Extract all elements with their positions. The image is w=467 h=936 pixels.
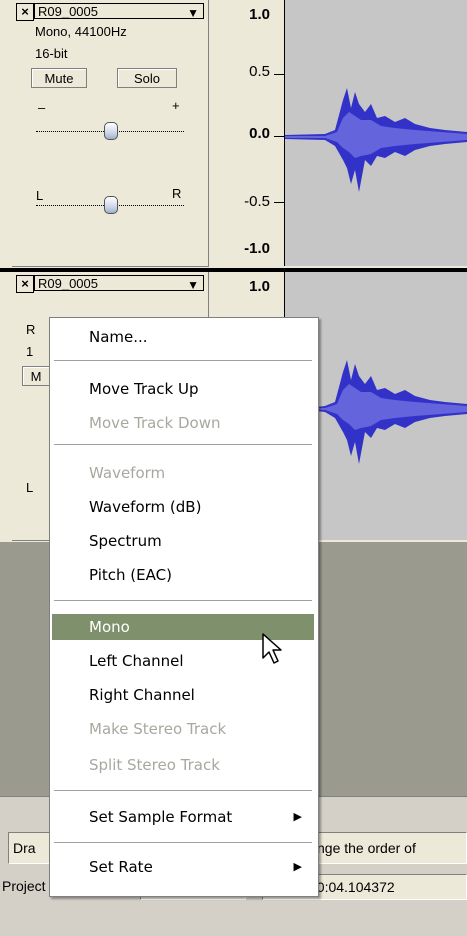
mute-button[interactable]: M — [22, 366, 50, 386]
mouse-pointer-icon — [262, 633, 282, 664]
gain-slider-thumb[interactable] — [104, 122, 118, 140]
menu-item-label: Set Sample Format — [89, 808, 233, 826]
gain-minus-label: – — [38, 100, 46, 115]
ruler-label: -1.0 — [244, 240, 270, 257]
track-1: × R09_0005 ▼ Mono, 44100Hz 16-bit Mute S… — [0, 0, 467, 268]
pan-left-label: L — [26, 480, 34, 495]
track-2-name: R09_0005 — [38, 276, 98, 291]
menu-item-set-rate[interactable]: Set Rate ▶ — [52, 854, 314, 880]
ruler-tick — [274, 74, 284, 75]
ruler-label: 1.0 — [249, 6, 270, 23]
menu-item-spectrum[interactable]: Spectrum — [52, 528, 314, 554]
mute-button[interactable]: Mute — [31, 68, 87, 88]
menu-item-waveform: Waveform — [89, 464, 166, 482]
ruler-label: -0.5 — [244, 193, 270, 210]
track-context-menu: Name... Move Track Up Move Track Down Wa… — [49, 317, 319, 897]
solo-button[interactable]: Solo — [117, 68, 177, 88]
submenu-arrow-icon: ▶ — [293, 860, 302, 873]
close-icon[interactable]: × — [16, 275, 34, 293]
track-1-name-menu-button[interactable]: R09_0005 ▼ — [34, 3, 204, 20]
menu-item-set-sample-format[interactable]: Set Sample Format ▶ — [52, 804, 314, 830]
track-1-header: × R09_0005 ▼ — [14, 2, 206, 22]
track-1-vertical-ruler: 1.0 0.5 0.0 -0.5 -1.0 — [210, 0, 285, 266]
track-2-name-menu-button[interactable]: R09_0005 ▼ — [34, 275, 204, 292]
pan-slider-thumb[interactable] — [104, 196, 118, 214]
menu-item-waveform-db[interactable]: Waveform (dB) — [52, 494, 314, 520]
track-1-format: Mono, 44100Hz — [35, 24, 127, 39]
menu-item-label: Set Rate — [89, 858, 153, 876]
submenu-arrow-icon: ▶ — [293, 810, 302, 823]
menu-item-pitch-eac[interactable]: Pitch (EAC) — [52, 562, 314, 588]
menu-item-right-channel[interactable]: Right Channel — [52, 682, 314, 708]
pan-left-label: L — [36, 188, 44, 203]
chevron-down-icon: ▼ — [187, 278, 199, 292]
track-1-name: R09_0005 — [38, 4, 98, 19]
ruler-tick — [274, 202, 284, 203]
ruler-label: 1.0 — [249, 278, 270, 295]
ruler-label: 0.0 — [249, 125, 270, 142]
ruler-tick — [274, 136, 284, 137]
track-1-waveform — [285, 88, 467, 192]
track-1-waveform-area[interactable] — [285, 0, 467, 266]
status-hint-right: nge the order of — [317, 840, 416, 856]
menu-item-split-stereo-track: Split Stereo Track — [89, 756, 220, 774]
menu-item-make-stereo-track: Make Stereo Track — [89, 720, 227, 738]
menu-item-move-track-up[interactable]: Move Track Up — [52, 376, 314, 402]
track-2-bitdepth-partial: 1 — [26, 344, 34, 359]
gain-plus-label: + — [172, 98, 180, 113]
ruler-label: 0.5 — [249, 63, 270, 80]
menu-separator — [54, 842, 312, 843]
pan-right-label: R — [172, 186, 182, 201]
menu-separator — [54, 360, 312, 361]
menu-separator — [54, 600, 312, 601]
menu-separator — [54, 790, 312, 791]
status-hint-left: Dra — [13, 840, 36, 856]
menu-item-name[interactable]: Name... — [52, 324, 314, 350]
close-icon[interactable]: × — [16, 3, 34, 21]
menu-item-move-track-down: Move Track Down — [89, 414, 221, 432]
track-1-control-panel: × R09_0005 ▼ Mono, 44100Hz 16-bit Mute S… — [12, 0, 209, 267]
track-2-header: × R09_0005 ▼ — [14, 274, 206, 294]
chevron-down-icon: ▼ — [187, 6, 199, 20]
menu-separator — [54, 444, 312, 445]
track-1-bitdepth: 16-bit — [35, 46, 68, 61]
track-2-format-partial: R — [26, 322, 36, 337]
